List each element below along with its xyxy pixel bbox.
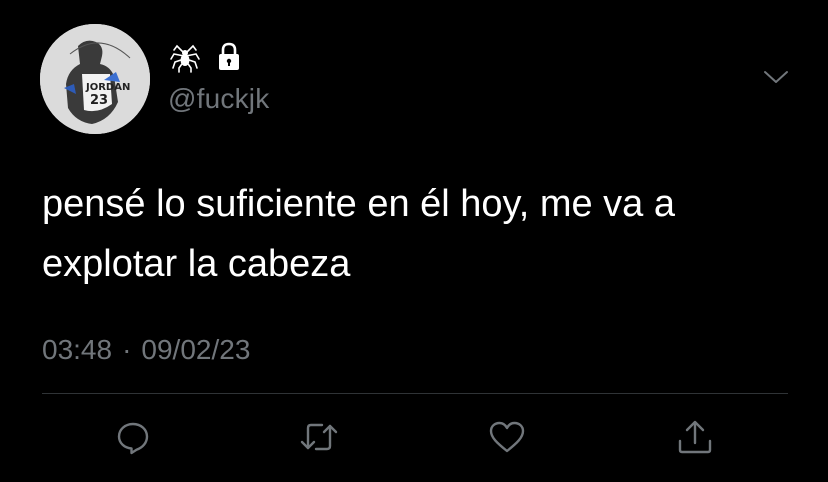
retweet-button[interactable] bbox=[298, 416, 340, 458]
tweet-time: 03:48 bbox=[42, 334, 113, 365]
spider-icon bbox=[168, 40, 202, 74]
lock-icon bbox=[214, 40, 244, 74]
svg-text:23: 23 bbox=[90, 93, 108, 108]
tweet-text: pensé lo suficiente en él hoy, me va a e… bbox=[42, 183, 676, 285]
tweet-timestamp: 03:48 · 09/02/23 bbox=[42, 332, 250, 368]
retweet-icon bbox=[298, 418, 340, 456]
timestamp-separator: · bbox=[122, 334, 132, 365]
user-handle[interactable]: @fuckjk bbox=[168, 82, 269, 116]
like-button[interactable] bbox=[486, 416, 528, 458]
reply-icon bbox=[114, 418, 152, 456]
display-name bbox=[168, 40, 244, 74]
share-button[interactable] bbox=[674, 416, 716, 458]
reply-button[interactable] bbox=[112, 416, 154, 458]
tweet-date: 09/02/23 bbox=[141, 334, 251, 365]
share-icon bbox=[675, 417, 715, 457]
heart-icon bbox=[487, 418, 527, 456]
divider bbox=[42, 393, 788, 394]
svg-text:JORDAN: JORDAN bbox=[85, 82, 130, 93]
chevron-down-icon[interactable] bbox=[762, 66, 790, 88]
avatar[interactable]: JORDAN 23 bbox=[40, 24, 150, 134]
action-bar bbox=[0, 416, 828, 458]
